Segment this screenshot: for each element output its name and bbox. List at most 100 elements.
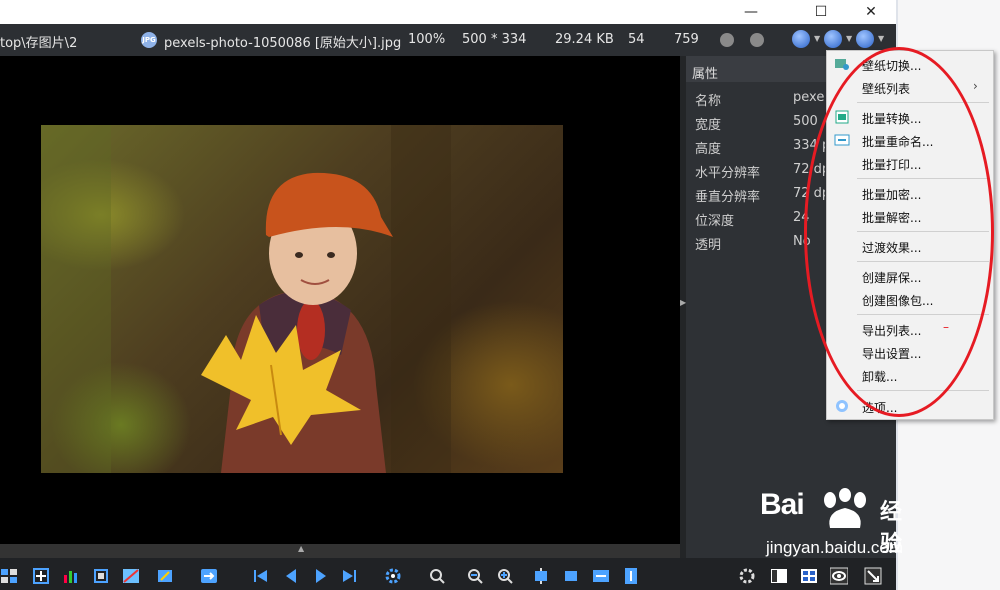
property-value: No	[793, 234, 811, 249]
menu-item-label: 导出列表...	[862, 324, 922, 338]
fit-icon[interactable]	[32, 567, 50, 585]
dropdown-arrow-icon[interactable]: ▼	[814, 34, 820, 43]
menu-item-batch-print[interactable]: 批量打印...	[827, 152, 993, 174]
fit-width-icon[interactable]	[592, 567, 610, 585]
submenu-arrow-icon: ›	[973, 79, 978, 93]
tools-menu-icon[interactable]	[856, 30, 874, 48]
actual-size-icon[interactable]	[532, 567, 550, 585]
zoom-icon[interactable]	[428, 567, 446, 585]
property-key: 透明	[695, 238, 722, 253]
menu-item-create-image-package[interactable]: 创建图像包...	[827, 288, 993, 310]
menu-item-batch-convert[interactable]: 批量转换...	[827, 106, 993, 128]
index-label: 54	[628, 32, 645, 47]
menu-separator	[857, 102, 989, 103]
property-key: 宽度	[695, 118, 722, 133]
path-label: top\存图片\2	[0, 36, 78, 51]
menu-item-batch-encrypt[interactable]: 批量加密...	[827, 182, 993, 204]
property-key: 垂直分辨率	[695, 190, 761, 205]
wallpaper-icon	[835, 59, 849, 70]
fit-height-icon[interactable]	[622, 567, 640, 585]
menu-item-label: 导出设置...	[862, 347, 922, 361]
annotation-mark: –	[943, 320, 949, 334]
menu-separator	[857, 314, 989, 315]
fit-window-icon[interactable]	[562, 567, 580, 585]
watermark-url: jingyan.baidu.com	[766, 538, 904, 557]
menu-item-export-settings[interactable]: 导出设置...	[827, 341, 993, 363]
settings-gear-icon[interactable]	[384, 567, 402, 585]
property-value: 500	[793, 114, 818, 129]
menu-separator	[857, 390, 989, 391]
menu-item-label: 壁纸列表	[862, 82, 911, 96]
zoom-in-icon[interactable]	[496, 567, 514, 585]
menu-separator	[857, 261, 989, 262]
histogram-icon[interactable]	[62, 567, 80, 585]
photo-image	[41, 125, 563, 473]
eye-icon[interactable]	[830, 567, 848, 585]
zoom-out-icon[interactable]	[466, 567, 484, 585]
menu-item-label: 批量转换...	[862, 112, 922, 126]
menu-item-create-screensaver[interactable]: 创建屏保...	[827, 265, 993, 287]
menu-item-label: 创建屏保...	[862, 271, 922, 285]
menu-item-label: 批量解密...	[862, 211, 922, 225]
previous-image-icon[interactable]	[282, 567, 300, 585]
menu-item-wallpaper-switch[interactable]: 壁纸切换...	[827, 53, 993, 75]
grid-view-icon[interactable]	[800, 567, 818, 585]
property-value: 24	[793, 210, 810, 225]
property-key: 位深度	[695, 214, 735, 229]
menu-item-label: 壁纸切换...	[862, 59, 922, 73]
nav-up-icon[interactable]	[792, 30, 810, 48]
menu-item-label: 批量打印...	[862, 158, 922, 172]
last-image-icon[interactable]	[340, 567, 358, 585]
bottom-toolbar	[0, 558, 896, 590]
menu-item-label: 批量重命名...	[862, 135, 934, 149]
property-value: pexels	[793, 90, 825, 105]
options-gear-icon[interactable]	[738, 567, 756, 585]
nav-down-icon[interactable]	[824, 30, 842, 48]
total-label: 759	[674, 32, 699, 47]
property-value: 72 dp	[793, 186, 825, 201]
menu-item-batch-rename[interactable]: 批量重命名...	[827, 129, 993, 151]
menu-item-export-list[interactable]: 导出列表... –	[827, 318, 993, 340]
image-viewer[interactable]	[0, 56, 680, 544]
menu-item-label: 卸载...	[862, 370, 898, 384]
menu-item-uninstall[interactable]: 卸载...	[827, 364, 993, 386]
menu-item-wallpaper-list[interactable]: 壁纸列表 ›	[827, 76, 993, 98]
minimize-button[interactable]: —	[728, 0, 774, 24]
first-image-icon[interactable]	[252, 567, 270, 585]
menu-item-batch-decrypt[interactable]: 批量解密...	[827, 205, 993, 227]
tools-dropdown-menu: 壁纸切换... 壁纸列表 › 批量转换... 批量重命名... 批量打印... …	[826, 50, 994, 420]
fullscreen-icon[interactable]	[864, 567, 882, 585]
dropdown-arrow-icon[interactable]: ▼	[878, 34, 884, 43]
status-dot-icon[interactable]	[750, 33, 764, 47]
convert-icon	[835, 110, 849, 124]
menu-separator	[857, 178, 989, 179]
title-bar: — ☐ ✕	[0, 0, 896, 24]
menu-item-label: 创建图像包...	[862, 294, 934, 308]
open-with-icon[interactable]	[200, 567, 218, 585]
dropdown-arrow-icon[interactable]: ▼	[846, 34, 852, 43]
property-value: 334 p	[793, 138, 825, 153]
edit-image-icon[interactable]	[122, 567, 140, 585]
menu-item-label: 过渡效果...	[862, 241, 922, 255]
filmstrip-divider[interactable]: ▲	[0, 544, 680, 558]
property-key: 高度	[695, 142, 722, 157]
menu-item-options[interactable]: 选项...	[827, 395, 993, 417]
close-button[interactable]: ✕	[848, 0, 894, 24]
next-image-icon[interactable]	[312, 567, 330, 585]
thumbnails-icon[interactable]	[0, 567, 18, 585]
dimensions-label: 500 * 334	[462, 32, 527, 47]
menu-separator	[857, 231, 989, 232]
rename-icon	[834, 134, 850, 146]
options-icon	[836, 400, 848, 412]
maximize-button[interactable]: ☐	[798, 0, 844, 24]
property-key: 水平分辨率	[695, 166, 761, 181]
pen-icon[interactable]	[156, 567, 174, 585]
menu-item-label: 批量加密...	[862, 188, 922, 202]
status-dot-icon[interactable]	[720, 33, 734, 47]
zoom-label: 100%	[408, 32, 446, 47]
panel-layout-icon[interactable]	[770, 567, 788, 585]
menu-item-label: 选项...	[862, 401, 898, 415]
menu-item-transition-effects[interactable]: 过渡效果...	[827, 235, 993, 257]
property-value: 72 dp	[793, 162, 825, 177]
crop-icon[interactable]	[92, 567, 110, 585]
